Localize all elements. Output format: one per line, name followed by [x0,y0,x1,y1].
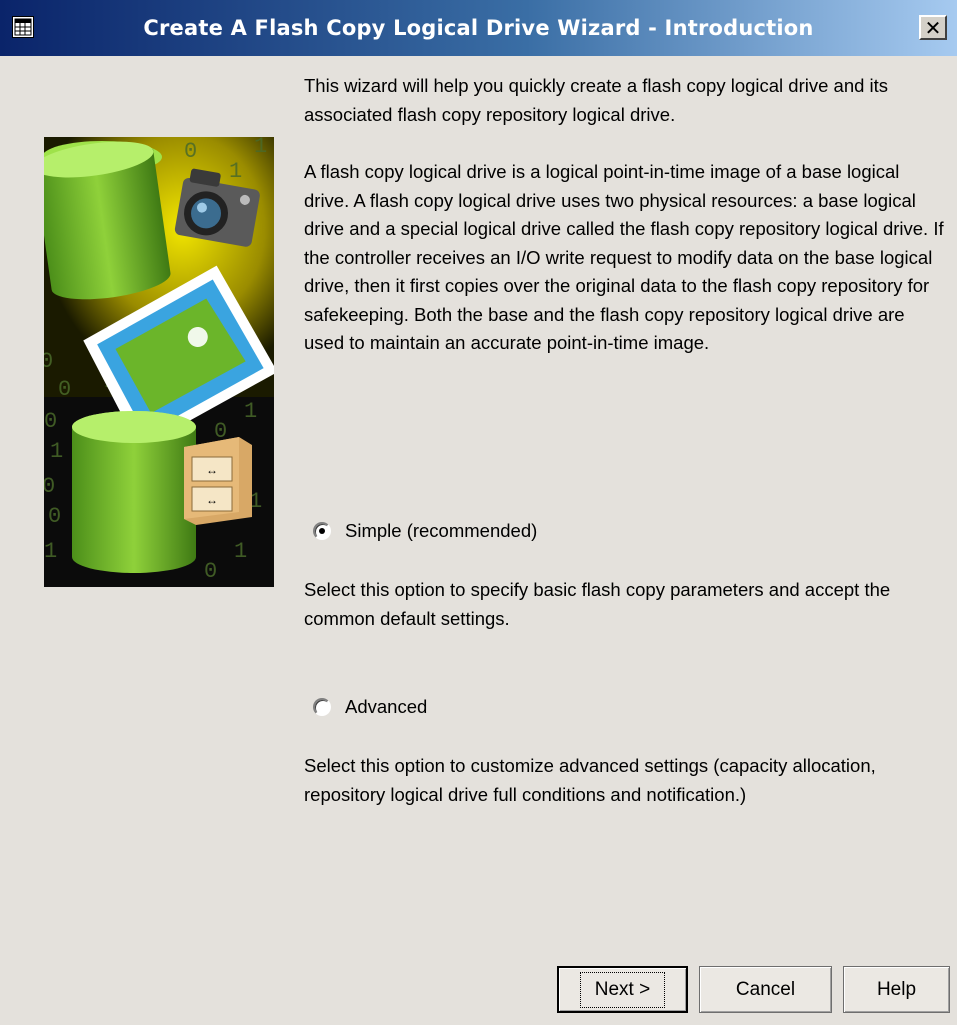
title-bar: Create A Flash Copy Logical Drive Wizard… [0,0,957,56]
simple-option-radio[interactable]: Simple (recommended) [313,518,537,544]
close-button[interactable]: ✕ [919,15,947,40]
svg-text:0: 0 [184,139,197,164]
svg-text:0: 0 [204,559,217,584]
svg-text:0: 0 [44,409,57,434]
close-icon: ✕ [924,15,942,40]
svg-text:↔: ↔ [206,463,218,477]
svg-text:↔: ↔ [206,493,218,507]
svg-text:0: 0 [44,474,55,499]
svg-text:1: 1 [244,399,257,424]
help-button[interactable]: Help [843,966,950,1013]
next-button-label: Next > [579,971,666,1008]
radio-selected-icon [313,522,331,540]
svg-text:0: 0 [48,504,61,529]
intro-paragraph-1: This wizard will help you quickly create… [304,75,889,125]
help-button-label: Help [876,978,917,1000]
advanced-option-description: Select this option to customize advanced… [304,755,876,805]
svg-text:1: 1 [229,159,242,184]
advanced-option-radio[interactable]: Advanced [313,694,427,720]
svg-text:1: 1 [234,539,247,564]
radio-unselected-icon [313,698,331,716]
svg-text:1: 1 [50,439,63,464]
cancel-button[interactable]: Cancel [699,966,832,1013]
wizard-illustration: 000 100 101 110 011 101 [44,137,274,587]
svg-text:1: 1 [254,137,267,159]
cancel-button-label: Cancel [735,978,796,1000]
simple-option-label: Simple (recommended) [345,520,538,541]
next-button[interactable]: Next > [557,966,688,1013]
svg-text:1: 1 [44,539,57,564]
svg-text:0: 0 [58,377,71,402]
advanced-option-label: Advanced [345,696,428,717]
window-title: Create A Flash Copy Logical Drive Wizard… [143,16,814,40]
simple-option-description: Select this option to specify basic flas… [304,579,891,629]
svg-text:0: 0 [44,349,53,374]
intro-paragraph-2: A flash copy logical drive is a logical … [304,161,944,353]
